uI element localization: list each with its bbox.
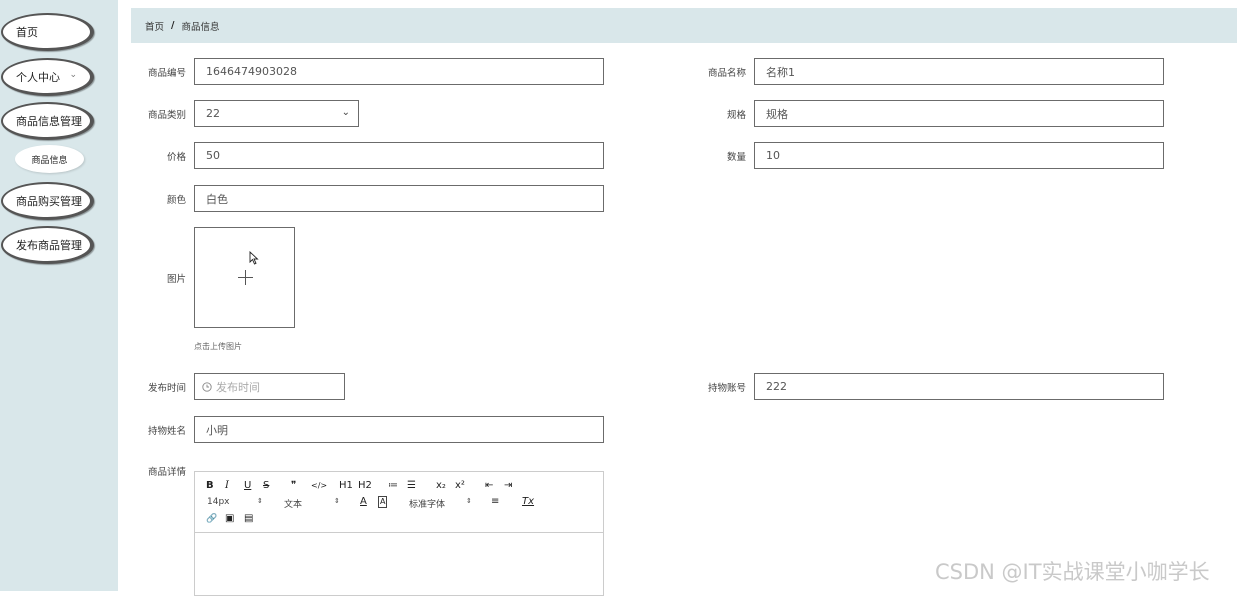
price-label: 价格 (166, 152, 186, 163)
product-code-label: 商品编号 (147, 68, 186, 79)
clock-icon (202, 381, 212, 392)
color-input[interactable]: 白色 (194, 185, 604, 212)
font-family-select[interactable]: 标准字体 ⇕ (409, 497, 475, 510)
publish-time-placeholder: 发布时间 (216, 380, 260, 394)
chevron-down-icon: ⌄ (341, 107, 350, 118)
upload-hint: 点击上传图片 (194, 342, 242, 351)
chevron-down-icon: ⌄ (69, 70, 77, 80)
sidebar-item-purchase-management[interactable]: 商品购买管理 (1, 182, 94, 220)
underline-icon[interactable]: U (244, 480, 251, 492)
price-input[interactable]: 50 (194, 142, 604, 169)
holder-name-label: 持物姓名 (147, 426, 186, 437)
rich-text-editor: B I U S ❞ </> H1 H2 ≔ ☰ x₂ x² ⇤ ⇥ 14px ⇕… (194, 471, 604, 596)
sidebar: 首页 个人中心 ⌄ 商品信息管理 商品信息 商品购买管理 发布商品管理 (0, 0, 118, 591)
product-name-input[interactable]: 名称1 (754, 58, 1164, 85)
ordered-list-icon[interactable]: ≔ (388, 480, 398, 492)
bold-icon[interactable]: B (206, 480, 214, 492)
watermark: CSDN @IT实战课堂小咖学长 (935, 560, 1210, 584)
holder-account-label: 持物账号 (707, 383, 746, 394)
background-color-icon[interactable]: A (378, 496, 388, 508)
holder-name-input[interactable]: 小明 (194, 416, 604, 443)
details-label: 商品详情 (147, 467, 186, 478)
select-arrows-icon: ⇕ (466, 497, 472, 505)
sidebar-item-product-info-management[interactable]: 商品信息管理 (1, 102, 94, 140)
breadcrumb-separator: / (171, 20, 175, 31)
image-icon[interactable]: ▣ (225, 513, 234, 525)
spec-label: 规格 (726, 110, 746, 121)
font-size-select[interactable]: 14px ⇕ (207, 497, 267, 507)
italic-icon[interactable]: I (225, 480, 229, 492)
editor-content-area[interactable] (195, 533, 603, 595)
category-label: 商品类别 (147, 110, 186, 121)
publish-time-label: 发布时间 (147, 383, 186, 394)
breadcrumb-current: 商品信息 (181, 21, 220, 33)
align-icon[interactable]: ≡ (491, 496, 499, 508)
select-arrows-icon: ⇕ (257, 497, 263, 505)
spec-input[interactable]: 规格 (754, 100, 1164, 127)
breadcrumb-home[interactable]: 首页 (145, 19, 164, 33)
holder-account-input[interactable]: 222 (754, 373, 1164, 400)
quantity-input[interactable]: 10 (754, 142, 1164, 169)
indent-icon[interactable]: ⇥ (504, 480, 512, 492)
sidebar-item-label: 商品信息管理 (16, 114, 82, 128)
text-style-value: 文本 (284, 500, 303, 510)
product-name-label: 商品名称 (707, 68, 746, 79)
quantity-label: 数量 (726, 152, 746, 163)
superscript-icon[interactable]: x² (455, 480, 465, 492)
header-1-icon[interactable]: H1 (339, 480, 353, 492)
strikethrough-icon[interactable]: S (263, 480, 269, 492)
code-block-icon[interactable]: </> (311, 480, 327, 492)
subscript-icon[interactable]: x₂ (436, 480, 446, 492)
font-family-value: 标准字体 (409, 500, 446, 510)
text-style-select[interactable]: 文本 ⇕ (284, 497, 344, 510)
category-select[interactable]: 22 ⌄ (194, 100, 359, 127)
sidebar-subitem-product-info[interactable]: 商品信息 (15, 145, 84, 173)
color-label: 颜色 (166, 195, 186, 206)
sidebar-item-label: 首页 (16, 25, 38, 39)
sidebar-item-publish-management[interactable]: 发布商品管理 (1, 226, 94, 264)
sidebar-item-personal-center[interactable]: 个人中心 ⌄ (1, 58, 94, 96)
clear-format-icon[interactable]: Tx (522, 496, 534, 508)
image-upload-button[interactable] (194, 227, 295, 328)
link-icon[interactable]: 🔗 (206, 513, 217, 525)
sidebar-item-label: 发布商品管理 (16, 238, 82, 252)
sidebar-item-home[interactable]: 首页 (1, 13, 94, 51)
select-arrows-icon: ⇕ (334, 497, 340, 505)
sidebar-item-label: 个人中心 (16, 70, 60, 84)
blockquote-icon[interactable]: ❞ (291, 480, 296, 492)
publish-time-picker[interactable]: 发布时间 (194, 373, 345, 400)
bullet-list-icon[interactable]: ☰ (407, 480, 416, 492)
video-icon[interactable]: ▤ (244, 513, 253, 525)
outdent-icon[interactable]: ⇤ (485, 480, 493, 492)
breadcrumb: 首页 / 商品信息 (131, 8, 1237, 43)
plus-icon-vertical (245, 270, 246, 285)
font-size-value: 14px (207, 497, 230, 507)
header-2-icon[interactable]: H2 (358, 480, 372, 492)
mouse-cursor-icon (249, 251, 259, 265)
sidebar-subitem-label: 商品信息 (31, 155, 68, 166)
font-color-icon[interactable]: A (360, 496, 367, 508)
sidebar-item-label: 商品购买管理 (16, 194, 82, 208)
category-select-value: 22 (206, 107, 220, 120)
product-code-input[interactable]: 1646474903028 (194, 58, 604, 85)
editor-toolbar: B I U S ❞ </> H1 H2 ≔ ☰ x₂ x² ⇤ ⇥ 14px ⇕… (195, 472, 603, 533)
image-label: 图片 (166, 274, 186, 285)
